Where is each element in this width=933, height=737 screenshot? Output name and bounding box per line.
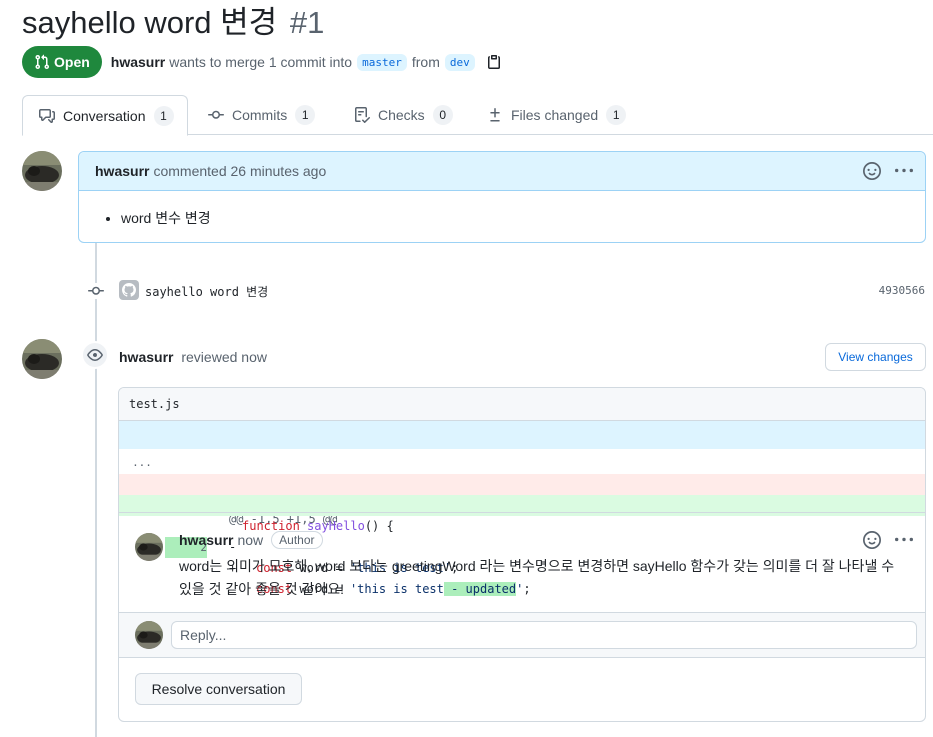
- github-avatar-icon[interactable]: [119, 280, 139, 300]
- review-comment-time[interactable]: now: [237, 532, 263, 548]
- review-comment: hwasurr now Author word는 의미가 모호해, word 보…: [119, 512, 925, 612]
- pr-author-link[interactable]: hwasurr: [111, 54, 165, 70]
- review-thread: test.js ... ... @@ -1,5 +1,5 @@ 1 1 func…: [118, 387, 926, 722]
- pr-meta: Open hwasurr wants to merge 1 commit int…: [22, 46, 502, 78]
- comment-discussion-icon: [39, 108, 55, 123]
- tab-checks-label: Checks: [378, 107, 425, 123]
- diff-line-deletion: 2 - const word = 'this is test';: [119, 474, 925, 575]
- copy-icon[interactable]: [486, 54, 502, 70]
- add-reaction-icon[interactable]: [863, 162, 881, 183]
- tab-checks[interactable]: Checks 0: [354, 95, 453, 135]
- kebab-horizontal-icon[interactable]: [895, 531, 913, 552]
- tab-files-changed-count: 1: [606, 105, 627, 125]
- timeline-line: [95, 190, 97, 737]
- head-branch[interactable]: dev: [444, 53, 475, 71]
- list-item: word 변수 변경: [121, 208, 909, 228]
- tab-conversation-count: 1: [153, 105, 174, 126]
- reply-input[interactable]: [171, 621, 917, 649]
- state-label: Open: [54, 54, 90, 70]
- review-comment-author[interactable]: hwasurr: [179, 532, 233, 548]
- kebab-horizontal-icon[interactable]: [895, 162, 913, 183]
- pr-number: #1: [289, 5, 325, 40]
- file-diff-icon: [490, 108, 500, 122]
- pr-title-text: sayhello word 변경: [22, 5, 278, 40]
- comment-box: hwasurr commented 26 minutes ago word 변수…: [78, 151, 926, 243]
- git-pull-request-icon: [35, 54, 50, 70]
- comment-time: commented 26 minutes ago: [153, 163, 327, 179]
- file-name[interactable]: test.js: [129, 397, 180, 411]
- pr-title: sayhello word 변경 #1: [22, 4, 324, 42]
- eye-icon: [81, 341, 109, 369]
- view-changes-button[interactable]: View changes: [825, 343, 926, 371]
- merge-text: wants to merge 1 commit into: [169, 54, 353, 70]
- review-comment-body: word는 의미가 모호해, word 보다는 greetingWord 라는 …: [179, 558, 895, 597]
- tab-commits-count: 1: [295, 105, 316, 125]
- avatar[interactable]: [135, 533, 163, 561]
- from-text: from: [411, 54, 440, 70]
- avatar[interactable]: [22, 151, 62, 191]
- review-action: reviewed now: [181, 349, 267, 365]
- tab-files-changed[interactable]: Files changed 1: [487, 95, 627, 135]
- merge-info: hwasurr wants to merge 1 commit into mas…: [111, 53, 502, 71]
- tab-checks-count: 0: [432, 105, 453, 125]
- avatar[interactable]: [22, 339, 62, 379]
- file-header: test.js: [119, 388, 925, 421]
- tab-commits-label: Commits: [232, 107, 288, 123]
- comment-header: hwasurr commented 26 minutes ago: [79, 152, 925, 191]
- comment-author[interactable]: hwasurr: [95, 163, 149, 179]
- comment-body: word 변수 변경: [79, 191, 925, 228]
- add-reaction-icon[interactable]: [863, 531, 881, 552]
- tab-files-changed-label: Files changed: [511, 107, 599, 123]
- reply-area: [119, 612, 925, 658]
- diff-line-context: 1 1 function sayHello() {: [119, 453, 925, 533]
- resolve-conversation-button[interactable]: Resolve conversation: [135, 673, 302, 705]
- avatar: [135, 621, 163, 649]
- commit-message-link[interactable]: sayhello word 변경: [145, 283, 268, 300]
- commit-sha-link[interactable]: 4930566: [879, 284, 925, 297]
- pr-tabs: Conversation 1 Commits 1 Checks 0 Files …: [22, 95, 933, 136]
- tab-conversation-label: Conversation: [63, 107, 146, 124]
- diff-hunk-header: ... ... @@ -1,5 +1,5 @@: [119, 421, 925, 526]
- tab-commits[interactable]: Commits 1: [208, 95, 316, 135]
- state-badge: Open: [22, 46, 102, 78]
- author-badge: Author: [271, 531, 323, 549]
- review-summary: hwasurr reviewed now: [119, 349, 267, 365]
- git-commit-icon: [86, 283, 106, 299]
- checklist-icon: [355, 107, 370, 123]
- review-comment-header: hwasurr now Author: [179, 531, 323, 549]
- review-author[interactable]: hwasurr: [119, 349, 173, 365]
- git-commit-icon: [208, 110, 224, 119]
- base-branch[interactable]: master: [357, 53, 407, 71]
- tab-conversation[interactable]: Conversation 1: [22, 95, 188, 136]
